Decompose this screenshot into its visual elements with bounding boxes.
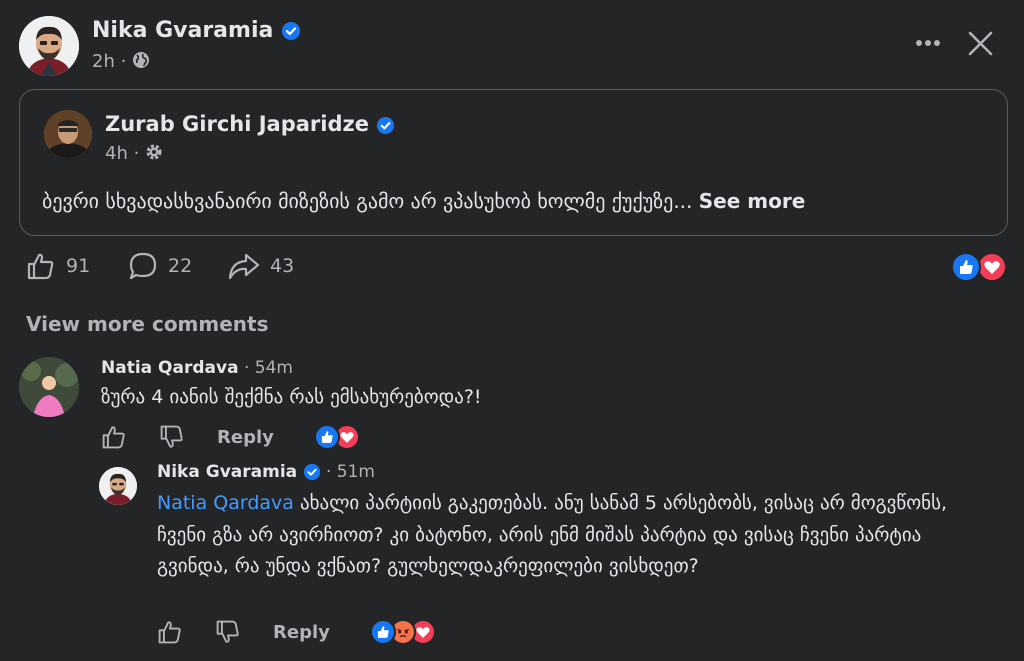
reply-author[interactable]: Nika Gvaramia (157, 462, 297, 482)
verified-badge-icon (303, 463, 320, 481)
reply-button[interactable]: Reply (217, 427, 274, 448)
comment-actions: Reply (101, 423, 360, 451)
share-count: 43 (270, 255, 295, 277)
reply-time[interactable]: 51m (337, 462, 375, 482)
shared-author-name[interactable]: Zurab Girchi Japaridze (105, 112, 369, 136)
shared-post-text-line: ბევრი სხვადასხვანაირი მიზეზის გამო არ ვპ… (42, 189, 805, 213)
commenter-avatar[interactable] (19, 357, 79, 417)
post-author-line: Nika Gvaramia (92, 18, 301, 43)
post-meta: 2h · (92, 51, 150, 72)
thumbs-down-icon[interactable] (215, 619, 241, 645)
meta-separator: · (120, 51, 133, 72)
mention-link[interactable]: Natia Qardava (157, 492, 294, 514)
comment-time[interactable]: 54m (255, 358, 293, 378)
reply-button[interactable]: Reply (273, 622, 330, 643)
more-options-button[interactable] (912, 26, 944, 58)
close-icon (968, 31, 993, 56)
thumbs-up-icon[interactable] (101, 424, 127, 450)
comment-count: 22 (168, 255, 193, 277)
reaction-summary[interactable] (951, 252, 1007, 282)
post-author-name[interactable]: Nika Gvaramia (92, 18, 273, 43)
view-more-comments-link[interactable]: View more comments (26, 312, 269, 336)
share-button[interactable]: 43 (228, 251, 294, 281)
shared-author-line: Zurab Girchi Japaridze (105, 112, 395, 136)
like-reaction-icon (951, 252, 981, 282)
globe-icon (133, 52, 150, 68)
meta-separator: · (243, 358, 255, 378)
comment-text: ზურა 4 იანის შექმნა რას ემსახურებოდა?! (101, 386, 482, 408)
more-dots-icon (916, 40, 940, 46)
reply-header: Nika Gvaramia · 51m (157, 462, 375, 482)
author-avatar[interactable] (19, 16, 79, 76)
love-reaction-icon (977, 252, 1007, 282)
shared-post-text: ბევრი სხვადასხვანაირი მიზეზის გამო არ ვპ… (42, 189, 693, 213)
reply-text: Natia Qardava ახალი პარტიის გაკეთებას. ა… (157, 488, 957, 583)
thumbs-down-icon[interactable] (159, 424, 185, 450)
shared-author-avatar[interactable] (44, 110, 92, 158)
reply-actions: Reply (157, 618, 436, 646)
shared-post-meta: 4h · (105, 143, 163, 164)
meta-separator: · (133, 143, 146, 164)
post-time[interactable]: 2h (92, 51, 115, 72)
thumbs-up-icon[interactable] (157, 619, 183, 645)
see-more-link[interactable]: See more (699, 189, 806, 213)
shared-post-time[interactable]: 4h (105, 143, 128, 164)
comment-reactions[interactable] (313, 424, 360, 450)
comment-header: Natia Qardava · 54m (101, 358, 293, 378)
like-count: 91 (66, 255, 91, 277)
like-reaction-icon (369, 619, 396, 645)
comment-button[interactable]: 22 (128, 251, 192, 281)
meta-separator: · (325, 462, 337, 482)
reply-author-avatar[interactable] (99, 467, 137, 505)
share-arrow-icon (228, 253, 260, 280)
like-button[interactable]: 91 (26, 251, 90, 281)
reply-reactions[interactable] (369, 619, 436, 645)
gear-icon (146, 144, 162, 160)
verified-badge-icon (377, 116, 395, 134)
comment-bubble-icon (129, 252, 157, 280)
close-button[interactable] (962, 26, 998, 62)
verified-badge-icon (282, 22, 301, 40)
like-reaction-icon (313, 424, 340, 450)
thumbs-up-icon (27, 253, 54, 280)
comment-author[interactable]: Natia Qardava (101, 358, 239, 378)
